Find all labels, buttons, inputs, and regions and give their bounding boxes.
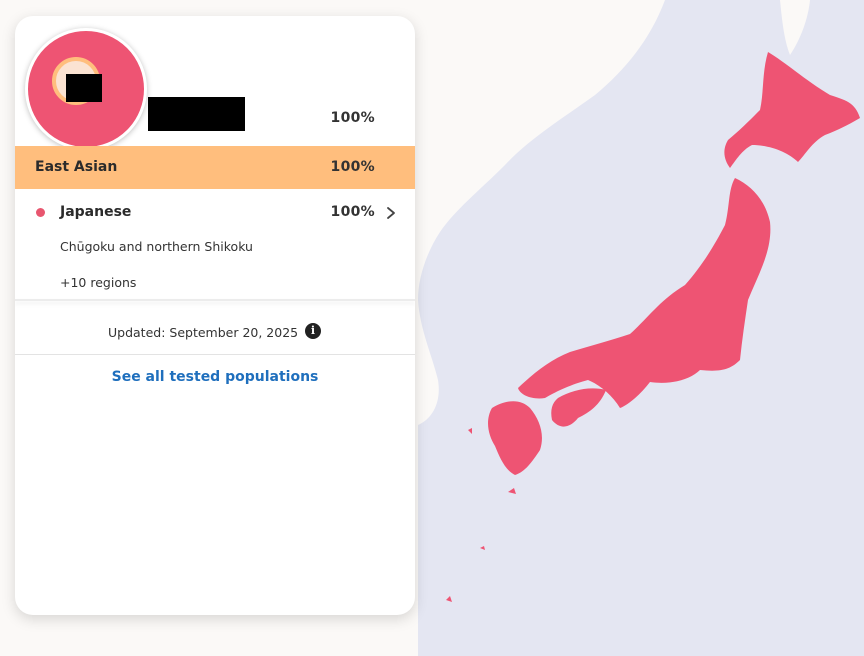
updated-date: Updated: September 20, 2025 — [108, 325, 299, 340]
population-color-dot — [36, 208, 45, 217]
see-all-populations-link[interactable]: See all tested populations — [15, 369, 415, 385]
footer-divider — [15, 354, 415, 355]
population-region: Chūgoku and northern Shikoku — [60, 239, 253, 254]
avatar — [66, 74, 102, 102]
info-icon[interactable]: i — [305, 323, 321, 339]
population-percent: 100% — [330, 204, 375, 220]
chevron-right-icon[interactable] — [385, 206, 397, 220]
total-percent: 100% — [330, 110, 375, 126]
section-divider — [15, 299, 415, 301]
profile-name — [148, 97, 245, 131]
more-regions-link[interactable]: +10 regions — [60, 275, 136, 290]
group-label: East Asian — [35, 159, 118, 175]
population-label[interactable]: Japanese — [60, 204, 131, 220]
ancestry-card: 100% East Asian 100% Japanese 100% Chūgo… — [15, 16, 415, 615]
group-percent: 100% — [330, 159, 375, 175]
east-asian-group-row[interactable]: East Asian 100% — [15, 146, 415, 189]
